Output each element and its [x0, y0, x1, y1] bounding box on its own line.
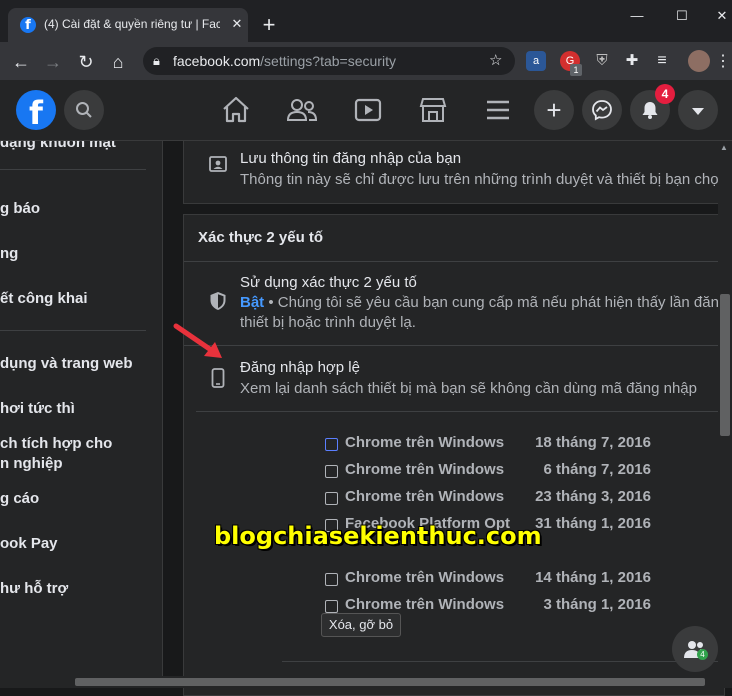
sidebar-item-notifications[interactable]: g báo	[0, 199, 160, 219]
device-name: Chrome trên Windows	[345, 461, 505, 478]
list-item: Chrome trên Windows 18 tháng 7, 2016	[325, 432, 665, 459]
sidebar-item-mobile[interactable]: ng	[0, 244, 160, 264]
use-2fa-description: Bật • Chúng tôi sẽ yêu cầu bạn cung cấp …	[240, 294, 719, 311]
sidebar-divider	[0, 169, 146, 170]
maximize-button[interactable]: ☐	[669, 6, 695, 26]
lock-icon: 🔒︎	[153, 53, 160, 68]
list-item: Chrome trên Windows 14 tháng 1, 2016	[325, 567, 665, 594]
minimize-button[interactable]: —	[624, 6, 650, 26]
browser-menu-icon[interactable]: ⋮	[712, 51, 732, 73]
puzzle-icon[interactable]: ✚	[622, 51, 642, 71]
authorized-logins-title: Đăng nhập hợp lệ	[240, 359, 360, 376]
shield-icon	[208, 291, 228, 316]
device-name: Chrome trên Windows	[345, 488, 505, 505]
watch-icon[interactable]	[348, 90, 388, 130]
device-date: 6 tháng 7, 2016	[543, 461, 651, 478]
device-date: 18 tháng 7, 2016	[535, 434, 651, 451]
horizontal-scrollbar-thumb[interactable]	[75, 678, 705, 686]
create-button[interactable]: +	[534, 90, 574, 130]
back-arrow-icon[interactable]: ←	[10, 51, 32, 73]
use-2fa-status: Bật	[240, 294, 265, 311]
device-checkbox[interactable]	[325, 465, 338, 478]
sidebar-item-public-posts[interactable]: ết công khai	[0, 289, 160, 309]
marketplace-icon[interactable]	[413, 90, 453, 130]
close-window-button[interactable]: ✕	[709, 6, 732, 26]
sidebar-item-support-inbox[interactable]: hư hỗ trợ	[0, 579, 160, 599]
url-text[interactable]: facebook.com/settings?tab=security	[173, 53, 396, 69]
list-item: Chrome trên Windows 23 tháng 3, 2016	[325, 486, 665, 513]
device-date: 3 tháng 1, 2016	[543, 596, 651, 613]
bookmark-star-icon[interactable]: ☆	[489, 51, 502, 69]
search-icon[interactable]	[64, 90, 104, 130]
facebook-favicon-icon: f	[20, 17, 36, 33]
profile-avatar[interactable]	[688, 50, 710, 72]
amazon-icon[interactable]: a	[526, 51, 546, 71]
friends-icon[interactable]	[282, 90, 322, 130]
home-icon[interactable]	[216, 90, 256, 130]
device-name: Chrome trên Windows	[345, 434, 505, 451]
two-factor-section-title: Xác thực 2 yếu tố	[198, 229, 324, 246]
reload-icon[interactable]: ↻	[75, 51, 97, 73]
chat-badge: 4	[697, 649, 708, 660]
scroll-up-arrow-icon[interactable]: ▲	[720, 143, 728, 152]
row-divider	[196, 411, 724, 412]
browser-toolbar: ← → ↻ ⌂ 🔒︎ facebook.com/settings?tab=sec…	[0, 42, 732, 80]
sidebar-item-business-integrations-line2[interactable]: n nghiệp	[0, 454, 160, 474]
annotation-arrow-icon	[173, 323, 222, 358]
save-login-subtitle: Thông tin này sẽ chỉ được lưu trên những…	[240, 171, 719, 188]
url-path: /settings?tab=security	[260, 53, 396, 69]
vertical-scrollbar-thumb[interactable]	[720, 294, 730, 436]
sidebar-item-business-integrations[interactable]: ch tích hợp cho	[0, 434, 160, 454]
use-2fa-row[interactable]: Sử dụng xác thực 2 yếu tố Bật • Chúng tô…	[184, 262, 724, 346]
save-login-card: Lưu thông tin đăng nhập của bạn Thông ti…	[183, 141, 725, 204]
watermark-text: blogchiasekienthuc.com	[214, 522, 542, 550]
facebook-header: f + 4	[0, 80, 732, 141]
settings-sidebar: dạng khuôn mặt g báo ng ết công khai dụn…	[0, 141, 163, 688]
new-tab-button[interactable]: +	[256, 13, 282, 39]
authorized-logins-row[interactable]: Đăng nhập hợp lệ Xem lại danh sách thiết…	[184, 346, 724, 412]
device-checkbox[interactable]	[325, 492, 338, 505]
extension-badge: 1	[570, 64, 582, 76]
save-login-title[interactable]: Lưu thông tin đăng nhập của bạn	[240, 150, 461, 167]
remove-devices-button[interactable]: Xóa, gỡ bỏ	[321, 613, 401, 637]
account-dropdown-icon[interactable]	[678, 90, 718, 130]
device-date: 23 tháng 3, 2016	[535, 488, 651, 505]
phone-icon	[210, 368, 226, 393]
sidebar-item-facebook-pay[interactable]: ook Pay	[0, 534, 160, 554]
id-card-icon	[208, 155, 228, 178]
messenger-icon[interactable]	[582, 90, 622, 130]
home-page-icon[interactable]: ⌂	[107, 51, 129, 73]
new-message-button[interactable]	[672, 626, 718, 672]
sidebar-item-instant-games[interactable]: hơi tức thì	[0, 399, 160, 419]
device-checkbox[interactable]	[325, 438, 338, 451]
tab-search-icon[interactable]: ≡	[652, 51, 672, 71]
device-name: Chrome trên Windows	[345, 596, 505, 613]
device-checkbox[interactable]	[325, 573, 338, 586]
bottom-divider	[282, 661, 724, 662]
browser-tab[interactable]: f (4) Cài đặt & quyền riêng tư | Fac ✕	[8, 8, 248, 42]
use-2fa-sub1: • Chúng tôi sẽ yêu cầu bạn cung cấp mã n…	[264, 294, 719, 311]
use-2fa-title: Sử dụng xác thực 2 yếu tố	[240, 274, 417, 291]
tab-title: (4) Cài đặt & quyền riêng tư | Fac	[44, 17, 220, 31]
use-2fa-sub2: thiết bị hoặc trình duyệt lạ.	[240, 314, 416, 331]
browser-tab-strip: f (4) Cài đặt & quyền riêng tư | Fac ✕ +…	[0, 0, 732, 42]
url-host: facebook.com	[173, 53, 261, 69]
list-item: Chrome trên Windows 6 tháng 7, 2016	[325, 459, 665, 486]
device-checkbox[interactable]	[325, 600, 338, 613]
authorized-logins-subtitle: Xem lại danh sách thiết bị mà bạn sẽ khô…	[240, 380, 697, 397]
address-bar[interactable]: 🔒︎ facebook.com/settings?tab=security ☆	[143, 47, 515, 75]
sidebar-divider	[0, 330, 146, 331]
sidebar-item-apps-websites[interactable]: dụng và trang web	[0, 354, 160, 374]
menu-icon[interactable]	[478, 90, 518, 130]
device-name: Chrome trên Windows	[345, 569, 505, 586]
sidebar-item-face-recognition[interactable]: dạng khuôn mặt	[0, 141, 160, 153]
tab-close-icon[interactable]: ✕	[228, 15, 246, 33]
device-date: 14 tháng 1, 2016	[535, 569, 651, 586]
sidebar-item-ads[interactable]: g cáo	[0, 489, 160, 509]
facebook-logo[interactable]: f	[16, 90, 56, 132]
shield-ext-icon[interactable]: ⛨	[592, 51, 612, 71]
forward-arrow-icon[interactable]: →	[42, 51, 64, 73]
notification-count-badge: 4	[655, 84, 675, 104]
